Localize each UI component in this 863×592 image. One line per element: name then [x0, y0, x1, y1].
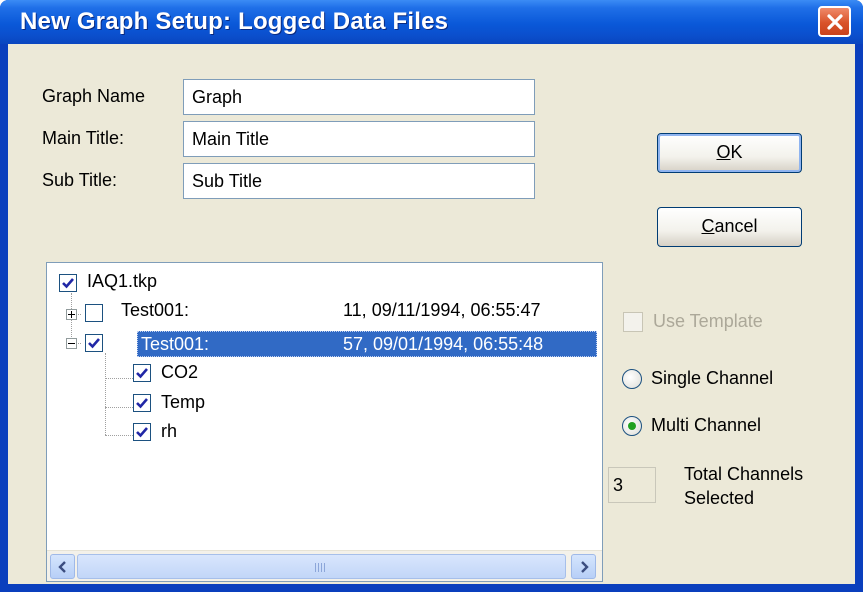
child-checkbox[interactable] [133, 364, 151, 382]
sub-title-label: Sub Title: [42, 170, 118, 190]
chevron-left-icon [58, 561, 66, 573]
scroll-grip [315, 563, 316, 572]
node-name: Test001: [121, 300, 190, 320]
checkmark-icon [136, 398, 148, 409]
expand-plus-icon[interactable] [66, 309, 77, 320]
checkmark-icon [88, 338, 100, 349]
cancel-button[interactable]: Cancel [657, 207, 802, 247]
ok-label-rest: K [730, 142, 743, 162]
child-checkbox[interactable] [133, 394, 151, 412]
tree-connector [105, 435, 133, 436]
single-channel-label: Single Channel [651, 368, 774, 388]
main-title-label: Main Title: [42, 128, 125, 148]
node-checkbox[interactable] [85, 304, 103, 322]
scroll-left-button[interactable] [50, 554, 75, 579]
total-channels-label: Total Channels [684, 464, 804, 484]
tree-node-row[interactable]: Test001: 11, 09/11/1994, 06:55:47 [85, 300, 595, 330]
checkmark-icon [62, 278, 74, 289]
checkmark-icon [136, 368, 148, 379]
total-channels-count: 3 [608, 467, 656, 503]
scroll-grip [324, 563, 325, 572]
ok-button[interactable]: OK [657, 133, 802, 173]
ok-accelerator: O [716, 142, 731, 162]
node-name: Test001: [141, 334, 210, 354]
checkmark-icon [136, 427, 148, 438]
dialog-window: New Graph Setup: Logged Data Files Graph… [0, 0, 863, 592]
tree-child-row[interactable]: CO2 [133, 360, 333, 390]
node-checkbox[interactable] [85, 334, 103, 352]
cancel-accelerator: C [701, 216, 715, 236]
child-label: rh [161, 421, 178, 441]
tree-node-row-selected[interactable]: Test001: 57, 09/01/1994, 06:55:48 [85, 330, 595, 360]
horizontal-scrollbar[interactable] [47, 550, 602, 581]
root-label: IAQ1.tkp [87, 271, 158, 291]
graph-name-input[interactable]: Graph [183, 79, 535, 115]
multi-channel-radio[interactable] [622, 416, 642, 436]
tree-child-row[interactable]: Temp [133, 390, 333, 420]
radio-selected-dot [628, 422, 636, 430]
close-button[interactable] [818, 6, 851, 37]
child-checkbox[interactable] [133, 423, 151, 441]
tree-connector [105, 378, 133, 379]
window-title: New Graph Setup: Logged Data Files [20, 8, 449, 35]
scroll-right-button[interactable] [571, 554, 596, 579]
scroll-thumb[interactable] [77, 554, 566, 579]
use-template-checkbox[interactable] [623, 312, 643, 332]
close-x-icon [827, 14, 843, 30]
use-template-label: Use Template [653, 311, 763, 331]
scroll-grip [318, 563, 319, 572]
tree-child-row[interactable]: rh [133, 419, 333, 449]
dialog-client-area: Graph Name Graph Main Title: Main Title … [8, 44, 855, 584]
data-file-tree[interactable]: IAQ1.tkp Test001: 11, 09/11/1994, 06:55:… [46, 262, 603, 582]
root-checkbox[interactable] [59, 274, 77, 292]
selected-label: Selected [684, 488, 755, 508]
tree-connector [105, 407, 133, 408]
main-title-input[interactable]: Main Title [183, 121, 535, 157]
collapse-minus-icon[interactable] [66, 338, 77, 349]
node-info: 57, 09/01/1994, 06:55:48 [343, 334, 544, 354]
cancel-label-rest: ancel [714, 216, 758, 236]
single-channel-radio[interactable] [622, 369, 642, 389]
chevron-right-icon [581, 561, 589, 573]
sub-title-input[interactable]: Sub Title [183, 163, 535, 199]
child-label: CO2 [161, 362, 199, 382]
multi-channel-label: Multi Channel [651, 415, 762, 435]
tree-root-row[interactable]: IAQ1.tkp [59, 271, 359, 301]
node-info: 11, 09/11/1994, 06:55:47 [343, 300, 541, 320]
scroll-grip [321, 563, 322, 572]
title-bar[interactable]: New Graph Setup: Logged Data Files [0, 0, 863, 44]
child-label: Temp [161, 392, 206, 412]
tree-connector [105, 353, 106, 435]
graph-name-label: Graph Name [42, 86, 146, 106]
